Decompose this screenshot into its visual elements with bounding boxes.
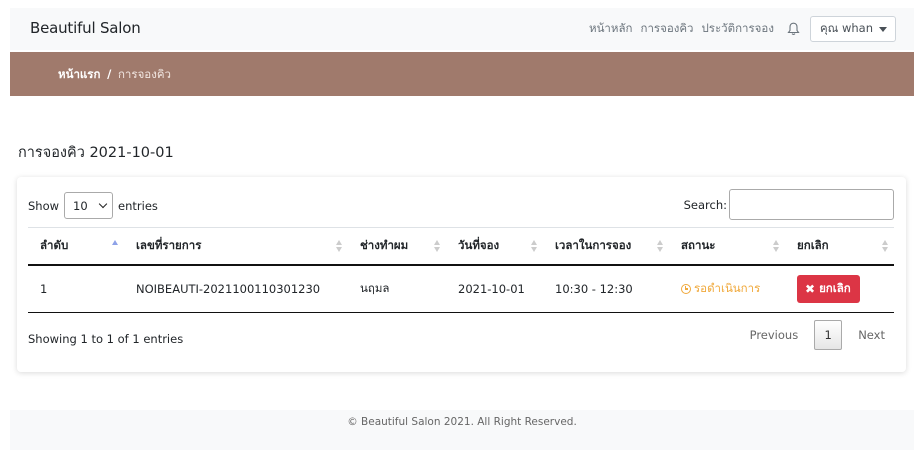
page-title: การจองคิว 2021-10-01 xyxy=(18,145,174,161)
entries-length-control: Show 10 entries xyxy=(28,192,158,219)
user-menu-label: คุณ whan xyxy=(819,21,873,35)
pagination: Previous 1 Next xyxy=(740,320,895,350)
sort-icon xyxy=(336,240,342,252)
pagination-next[interactable]: Next xyxy=(848,320,895,350)
entries-select[interactable]: 10 xyxy=(64,192,114,219)
column-header-date[interactable]: วันที่จอง xyxy=(446,227,543,266)
status-text: รอดำเนินการ xyxy=(694,280,761,295)
entries-label: entries xyxy=(118,198,158,213)
cell-ref: NOIBEAUTI-2021100110301230 xyxy=(124,264,348,313)
table-search: Search: xyxy=(684,189,894,220)
table-info: Showing 1 to 1 of 1 entries xyxy=(28,332,184,346)
user-menu-button[interactable]: คุณ whan xyxy=(809,16,896,42)
navbar: Beautiful Salon หน้าหลัก การจองคิว ประวั… xyxy=(10,8,914,50)
cell-no: 1 xyxy=(28,264,124,313)
show-label: Show xyxy=(28,198,60,213)
status-badge: รอดำเนินการ xyxy=(681,280,785,298)
table-row: 1 NOIBEAUTI-2021100110301230 นฤมล 2021-1… xyxy=(28,264,894,313)
clock-icon xyxy=(681,283,691,294)
cell-status: รอดำเนินการ xyxy=(669,264,785,313)
table-header-row: ลำดับ เลขที่รายการ ช่างทำผม วันที่จอง เว… xyxy=(28,227,894,266)
search-label: Search: xyxy=(683,197,727,212)
pagination-previous[interactable]: Previous xyxy=(740,320,809,350)
close-icon: ✖ xyxy=(805,281,816,296)
breadcrumb-current: การจองคิว xyxy=(117,67,171,81)
sort-icon xyxy=(882,240,888,252)
cell-time: 10:30 - 12:30 xyxy=(543,264,669,313)
search-input[interactable] xyxy=(729,189,894,220)
sort-icon xyxy=(657,240,663,252)
breadcrumb-home[interactable]: หน้าแรก xyxy=(58,67,100,81)
cell-date: 2021-10-01 xyxy=(446,264,543,313)
booking-table: ลำดับ เลขที่รายการ ช่างทำผม วันที่จอง เว… xyxy=(28,227,894,313)
breadcrumb-separator: / xyxy=(107,67,112,81)
booking-table-card: Show 10 entries Search: ลำดับ เลขที่รายก… xyxy=(17,177,906,372)
nav-link-history[interactable]: ประวัติการจอง xyxy=(702,20,774,38)
bell-icon[interactable] xyxy=(784,19,804,39)
nav-links: หน้าหลัก การจองคิว ประวัติการจอง คุณ wha… xyxy=(589,8,914,50)
sort-icon xyxy=(773,240,779,252)
footer-text: © Beautiful Salon 2021. All Right Reserv… xyxy=(347,416,577,428)
sort-asc-icon xyxy=(112,240,118,252)
column-header-cancel[interactable]: ยกเลิก xyxy=(785,227,894,266)
brand-logo-text[interactable]: Beautiful Salon xyxy=(30,19,141,37)
cell-cancel: ✖ ยกเลิก xyxy=(785,264,894,313)
column-header-status[interactable]: สถานะ xyxy=(669,227,785,266)
footer: © Beautiful Salon 2021. All Right Reserv… xyxy=(10,410,914,450)
caret-down-icon xyxy=(879,26,887,32)
breadcrumb: หน้าแรก / การจองคิว xyxy=(58,66,171,84)
sort-icon xyxy=(434,240,440,252)
column-header-ref[interactable]: เลขที่รายการ xyxy=(124,227,348,266)
column-header-no[interactable]: ลำดับ xyxy=(28,227,124,266)
chevron-down-icon xyxy=(98,199,108,209)
column-header-stylist[interactable]: ช่างทำผม xyxy=(348,227,446,266)
entries-select-value: 10 xyxy=(73,198,88,213)
cancel-button-label: ยกเลิก xyxy=(819,280,851,295)
breadcrumb-band: หน้าแรก / การจองคิว xyxy=(10,52,914,96)
nav-link-home[interactable]: หน้าหลัก xyxy=(589,20,633,38)
cancel-booking-button[interactable]: ✖ ยกเลิก xyxy=(797,274,860,303)
pagination-page-1[interactable]: 1 xyxy=(814,320,843,350)
cell-stylist: นฤมล xyxy=(348,264,446,313)
nav-link-booking[interactable]: การจองคิว xyxy=(640,20,693,38)
sort-icon xyxy=(531,240,537,252)
column-header-time[interactable]: เวลาในการจอง xyxy=(543,227,669,266)
